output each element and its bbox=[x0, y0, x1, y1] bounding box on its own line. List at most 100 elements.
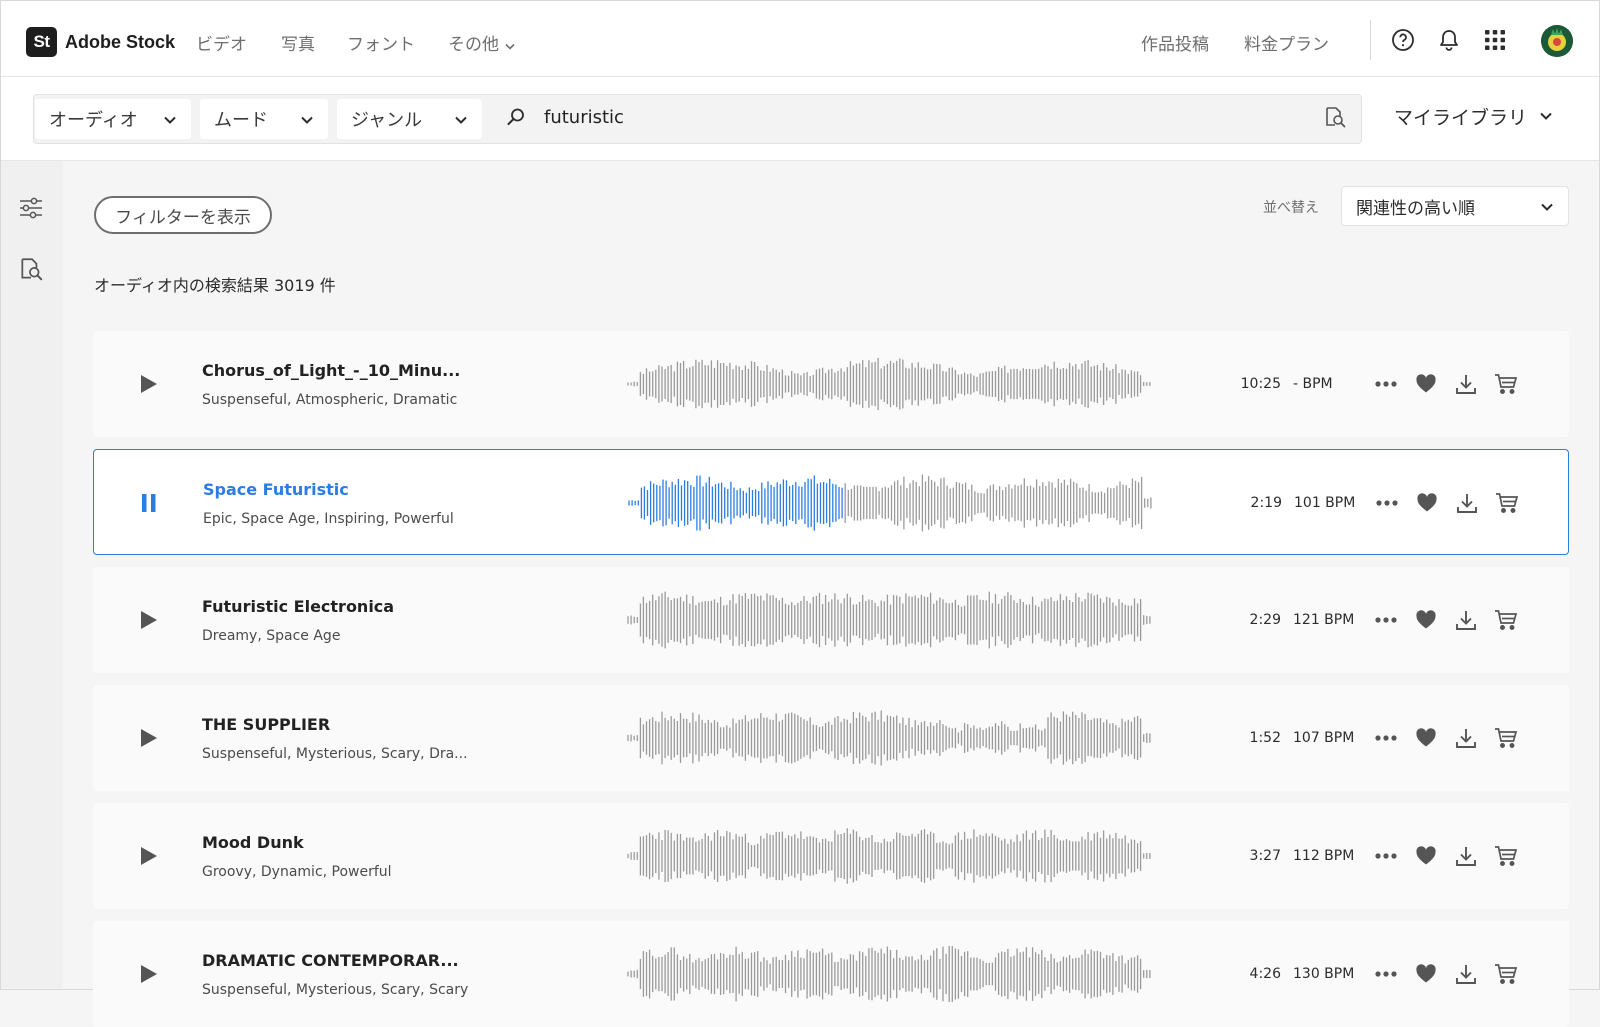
track-tags: Suspenseful, Atmospheric, Dramatic bbox=[202, 392, 458, 408]
track-duration: 2:29 bbox=[1249, 612, 1281, 628]
mood-dropdown[interactable]: ムード bbox=[200, 99, 328, 139]
track-tags: Groovy, Dynamic, Powerful bbox=[202, 864, 392, 880]
track-tags: Dreamy, Space Age bbox=[202, 628, 341, 644]
nav-fonts[interactable]: フォント bbox=[347, 30, 415, 55]
visual-search-icon[interactable] bbox=[18, 256, 44, 286]
heart-icon[interactable] bbox=[1413, 843, 1439, 869]
download-icon[interactable] bbox=[1453, 843, 1479, 869]
heart-icon[interactable] bbox=[1413, 371, 1439, 397]
results-count: オーディオ内の検索結果 3019 件 bbox=[94, 276, 336, 295]
download-icon[interactable] bbox=[1453, 607, 1479, 633]
track-row[interactable]: THE SUPPLIER Suspenseful, Mysterious, Sca… bbox=[93, 685, 1569, 791]
left-rail bbox=[1, 161, 63, 988]
waveform[interactable] bbox=[618, 705, 1163, 771]
chevron-down-icon bbox=[300, 111, 314, 132]
track-row[interactable]: Mood Dunk Groovy, Dynamic, Powerful 3:27 11… bbox=[93, 803, 1569, 909]
visual-search-icon[interactable] bbox=[1323, 105, 1347, 133]
search-input[interactable]: futuristic bbox=[544, 107, 624, 128]
track-row[interactable]: Chorus_of_Light_-_10_Minu... Suspenseful,… bbox=[93, 331, 1569, 437]
bell-icon[interactable] bbox=[1436, 27, 1462, 53]
logo-mark: St bbox=[26, 27, 57, 57]
my-library-dropdown[interactable]: マイライブラリ bbox=[1394, 103, 1553, 130]
play-icon[interactable] bbox=[139, 609, 159, 635]
track-duration: 4:26 bbox=[1249, 966, 1281, 982]
cart-icon[interactable] bbox=[1493, 607, 1519, 633]
cart-icon[interactable] bbox=[1494, 490, 1520, 516]
cart-icon[interactable] bbox=[1493, 961, 1519, 987]
waveform[interactable] bbox=[618, 351, 1163, 417]
track-row[interactable]: Space Futuristic Epic, Space Age, Inspiri… bbox=[93, 449, 1569, 555]
apps-grid-icon[interactable] bbox=[1482, 27, 1508, 53]
cart-icon[interactable] bbox=[1493, 725, 1519, 751]
user-avatar[interactable] bbox=[1541, 25, 1573, 57]
track-title[interactable]: Chorus_of_Light_-_10_Minu... bbox=[202, 361, 460, 380]
search-row: オーディオ ムード ジャンル futuristic マイライブラリ bbox=[1, 77, 1599, 161]
more-options-icon[interactable] bbox=[1373, 371, 1399, 397]
play-icon[interactable] bbox=[139, 373, 159, 399]
heart-icon[interactable] bbox=[1414, 490, 1440, 516]
track-row[interactable]: DRAMATIC CONTEMPORAR... Suspenseful, Myst… bbox=[93, 921, 1569, 1027]
nav-contributor[interactable]: 作品投稿 bbox=[1141, 30, 1209, 55]
chevron-down-icon bbox=[454, 111, 468, 132]
heart-icon[interactable] bbox=[1413, 961, 1439, 987]
heart-icon[interactable] bbox=[1413, 725, 1439, 751]
nav-pricing[interactable]: 料金プラン bbox=[1244, 30, 1329, 55]
nav-more[interactable]: その他 bbox=[448, 30, 515, 55]
pause-icon[interactable] bbox=[140, 492, 158, 518]
adobe-stock-logo[interactable]: St Adobe Stock bbox=[26, 27, 175, 57]
chevron-down-icon bbox=[1539, 106, 1553, 128]
more-options-icon[interactable] bbox=[1373, 607, 1399, 633]
waveform[interactable] bbox=[619, 470, 1164, 536]
more-options-icon[interactable] bbox=[1373, 725, 1399, 751]
genre-dropdown[interactable]: ジャンル bbox=[337, 99, 482, 139]
track-duration: 10:25 bbox=[1240, 376, 1281, 392]
waveform[interactable] bbox=[618, 587, 1163, 653]
heart-icon[interactable] bbox=[1413, 607, 1439, 633]
more-options-icon[interactable] bbox=[1373, 843, 1399, 869]
track-title[interactable]: Futuristic Electronica bbox=[202, 597, 394, 616]
track-bpm: 121 BPM bbox=[1293, 612, 1355, 628]
track-duration: 1:52 bbox=[1249, 730, 1281, 746]
more-options-icon[interactable] bbox=[1373, 961, 1399, 987]
help-icon[interactable] bbox=[1390, 27, 1416, 53]
logo-text: Adobe Stock bbox=[65, 31, 176, 52]
download-icon[interactable] bbox=[1453, 371, 1479, 397]
my-library-label: マイライブラリ bbox=[1394, 107, 1528, 129]
play-icon[interactable] bbox=[139, 727, 159, 753]
asset-type-dropdown[interactable]: オーディオ bbox=[35, 99, 191, 139]
waveform[interactable] bbox=[618, 823, 1163, 889]
track-title[interactable]: THE SUPPLIER bbox=[202, 715, 330, 734]
filter-sliders-icon[interactable] bbox=[18, 196, 44, 224]
top-navigation-bar: St Adobe Stock ビデオ 写真 フォント その他 作品投稿 料金プラ… bbox=[1, 1, 1599, 77]
nav-photo[interactable]: 写真 bbox=[281, 30, 315, 55]
track-bpm: 130 BPM bbox=[1293, 966, 1355, 982]
track-title[interactable]: Mood Dunk bbox=[202, 833, 304, 852]
sort-label: 並べ替え bbox=[1263, 200, 1319, 216]
chevron-down-icon bbox=[505, 35, 515, 55]
track-bpm: - BPM bbox=[1293, 376, 1333, 392]
search-bar: オーディオ ムード ジャンル futuristic bbox=[33, 94, 1362, 144]
waveform[interactable] bbox=[618, 941, 1163, 1007]
search-icon bbox=[506, 107, 526, 131]
download-icon[interactable] bbox=[1453, 725, 1479, 751]
cart-icon[interactable] bbox=[1493, 843, 1519, 869]
show-filters-button[interactable]: フィルターを表示 bbox=[94, 196, 272, 234]
track-row[interactable]: Futuristic Electronica Dreamy, Space Age 2… bbox=[93, 567, 1569, 673]
play-icon[interactable] bbox=[139, 845, 159, 871]
track-bpm: 112 BPM bbox=[1293, 848, 1355, 864]
track-duration: 2:19 bbox=[1250, 495, 1282, 511]
more-options-icon[interactable] bbox=[1374, 490, 1400, 516]
track-tags: Epic, Space Age, Inspiring, Powerful bbox=[203, 511, 454, 527]
track-title[interactable]: Space Futuristic bbox=[203, 480, 349, 499]
track-title[interactable]: DRAMATIC CONTEMPORAR... bbox=[202, 951, 459, 970]
track-bpm: 107 BPM bbox=[1293, 730, 1355, 746]
download-icon[interactable] bbox=[1453, 961, 1479, 987]
track-tags: Suspenseful, Mysterious, Scary, Dra... bbox=[202, 746, 468, 762]
track-duration: 3:27 bbox=[1249, 848, 1281, 864]
play-icon[interactable] bbox=[139, 963, 159, 989]
sort-dropdown[interactable]: 関連性の高い順 bbox=[1341, 186, 1569, 226]
cart-icon[interactable] bbox=[1493, 371, 1519, 397]
nav-video[interactable]: ビデオ bbox=[196, 30, 247, 55]
track-bpm: 101 BPM bbox=[1294, 495, 1356, 511]
download-icon[interactable] bbox=[1454, 490, 1480, 516]
